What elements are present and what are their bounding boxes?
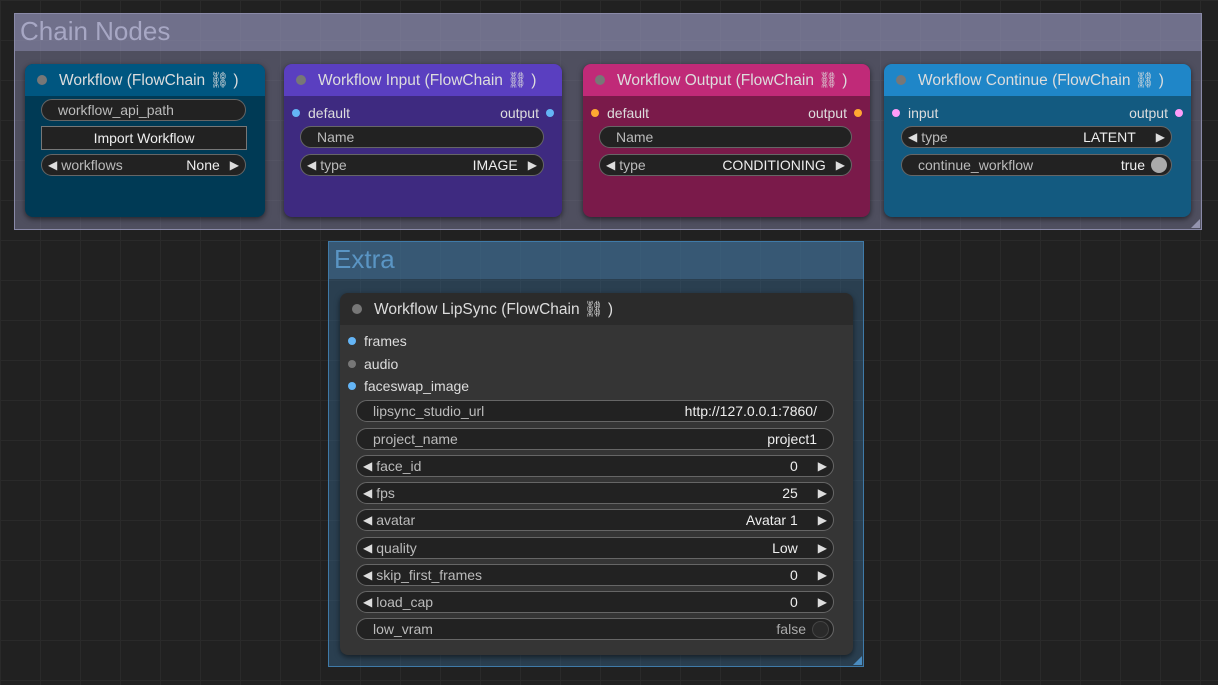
- right-arrow-icon[interactable]: ▶: [818, 486, 827, 500]
- right-arrow-icon[interactable]: ▶: [230, 158, 239, 172]
- node-workflow[interactable]: Workflow (FlowChain ⛓ ) workflow_api_pat…: [25, 64, 265, 217]
- collapse-dot-icon[interactable]: [37, 75, 47, 85]
- right-arrow-icon[interactable]: ▶: [818, 541, 827, 555]
- skip-first-frames-stepper[interactable]: ◀ skip_first_frames 0 ▶: [356, 564, 834, 586]
- socket-icon[interactable]: [348, 382, 356, 390]
- socket-icon[interactable]: [591, 109, 599, 117]
- collapse-dot-icon[interactable]: [352, 304, 362, 314]
- socket-icon[interactable]: [892, 109, 900, 117]
- node-header[interactable]: Workflow Input (FlowChain ⛓ ): [284, 64, 562, 96]
- node-header[interactable]: Workflow Output (FlowChain ⛓ ): [583, 64, 870, 96]
- left-arrow-icon[interactable]: ◀: [363, 513, 372, 527]
- lipsync-studio-url-field[interactable]: lipsync_studio_url http://127.0.0.1:7860…: [356, 400, 834, 422]
- node-workflow-output[interactable]: Workflow Output (FlowChain ⛓ ) default o…: [583, 64, 870, 217]
- group-title: Extra: [334, 244, 395, 274]
- group-title-bar[interactable]: [15, 14, 1201, 51]
- node-workflow-lipsync[interactable]: Workflow LipSync (FlowChain ⛓ ) frames a…: [340, 293, 853, 655]
- node-header[interactable]: Workflow (FlowChain ⛓ ): [25, 64, 265, 96]
- right-arrow-icon[interactable]: ▶: [1156, 130, 1165, 144]
- output-output[interactable]: output: [500, 105, 554, 121]
- group-resize-handle[interactable]: [853, 656, 862, 665]
- node-title: Workflow Continue (FlowChain ⛓ ): [918, 71, 1164, 89]
- collapse-dot-icon[interactable]: [595, 75, 605, 85]
- input-default[interactable]: default: [591, 105, 649, 121]
- workflow-api-path-field[interactable]: workflow_api_path: [41, 99, 246, 121]
- project-name-field[interactable]: project_name project1: [356, 428, 834, 450]
- right-arrow-icon[interactable]: ▶: [818, 595, 827, 609]
- node-title: Workflow Input (FlowChain ⛓ ): [318, 71, 537, 89]
- node-title: Workflow Output (FlowChain ⛓ ): [617, 71, 848, 89]
- load-cap-stepper[interactable]: ◀ load_cap 0 ▶: [356, 591, 834, 613]
- socket-icon[interactable]: [348, 360, 356, 368]
- left-arrow-icon[interactable]: ◀: [606, 158, 615, 172]
- socket-icon[interactable]: [546, 109, 554, 117]
- left-arrow-icon[interactable]: ◀: [363, 541, 372, 555]
- group-title-bar[interactable]: [329, 242, 863, 279]
- left-arrow-icon[interactable]: ◀: [307, 158, 316, 172]
- socket-icon[interactable]: [1175, 109, 1183, 117]
- left-arrow-icon[interactable]: ◀: [363, 595, 372, 609]
- right-arrow-icon[interactable]: ▶: [818, 568, 827, 582]
- continue-workflow-toggle[interactable]: continue_workflow true: [901, 154, 1172, 176]
- left-arrow-icon[interactable]: ◀: [48, 158, 57, 172]
- type-combo[interactable]: ◀ type LATENT ▶: [901, 126, 1172, 148]
- import-workflow-button[interactable]: Import Workflow: [41, 126, 247, 150]
- left-arrow-icon[interactable]: ◀: [363, 486, 372, 500]
- right-arrow-icon[interactable]: ▶: [528, 158, 537, 172]
- fps-stepper[interactable]: ◀ fps 25 ▶: [356, 482, 834, 504]
- node-header[interactable]: Workflow LipSync (FlowChain ⛓ ): [340, 293, 853, 325]
- input-default[interactable]: default: [292, 105, 350, 121]
- input-frames[interactable]: frames: [348, 333, 407, 349]
- type-combo[interactable]: ◀ type CONDITIONING ▶: [599, 154, 852, 176]
- low-vram-toggle[interactable]: low_vram false: [356, 618, 834, 640]
- socket-icon[interactable]: [292, 109, 300, 117]
- quality-combo[interactable]: ◀ quality Low ▶: [356, 537, 834, 559]
- group-resize-handle[interactable]: [1191, 219, 1200, 228]
- name-field[interactable]: Name: [300, 126, 544, 148]
- avatar-combo[interactable]: ◀ avatar Avatar 1 ▶: [356, 509, 834, 531]
- collapse-dot-icon[interactable]: [896, 75, 906, 85]
- right-arrow-icon[interactable]: ▶: [818, 459, 827, 473]
- right-arrow-icon[interactable]: ▶: [818, 513, 827, 527]
- node-workflow-continue[interactable]: Workflow Continue (FlowChain ⛓ ) input o…: [884, 64, 1191, 217]
- group-title: Chain Nodes: [20, 16, 171, 46]
- left-arrow-icon[interactable]: ◀: [908, 130, 917, 144]
- input-audio[interactable]: audio: [348, 356, 398, 372]
- toggle-knob-icon[interactable]: [1151, 157, 1167, 173]
- node-workflow-input[interactable]: Workflow Input (FlowChain ⛓ ) default ou…: [284, 64, 562, 217]
- node-header[interactable]: Workflow Continue (FlowChain ⛓ ): [884, 64, 1191, 96]
- output-output[interactable]: output: [808, 105, 862, 121]
- face-id-stepper[interactable]: ◀ face_id 0 ▶: [356, 455, 834, 477]
- input-input[interactable]: input: [892, 105, 938, 121]
- right-arrow-icon[interactable]: ▶: [836, 158, 845, 172]
- type-combo[interactable]: ◀ type IMAGE ▶: [300, 154, 544, 176]
- output-output[interactable]: output: [1129, 105, 1183, 121]
- name-field[interactable]: Name: [599, 126, 852, 148]
- socket-icon[interactable]: [854, 109, 862, 117]
- node-title: Workflow LipSync (FlowChain ⛓ ): [374, 300, 614, 318]
- collapse-dot-icon[interactable]: [296, 75, 306, 85]
- left-arrow-icon[interactable]: ◀: [363, 459, 372, 473]
- node-title: Workflow (FlowChain ⛓ ): [59, 71, 239, 89]
- toggle-knob-icon[interactable]: [812, 620, 829, 638]
- left-arrow-icon[interactable]: ◀: [363, 568, 372, 582]
- socket-icon[interactable]: [348, 337, 356, 345]
- workflows-combo[interactable]: ◀ workflows None ▶: [41, 154, 246, 176]
- input-faceswap-image[interactable]: faceswap_image: [348, 378, 469, 394]
